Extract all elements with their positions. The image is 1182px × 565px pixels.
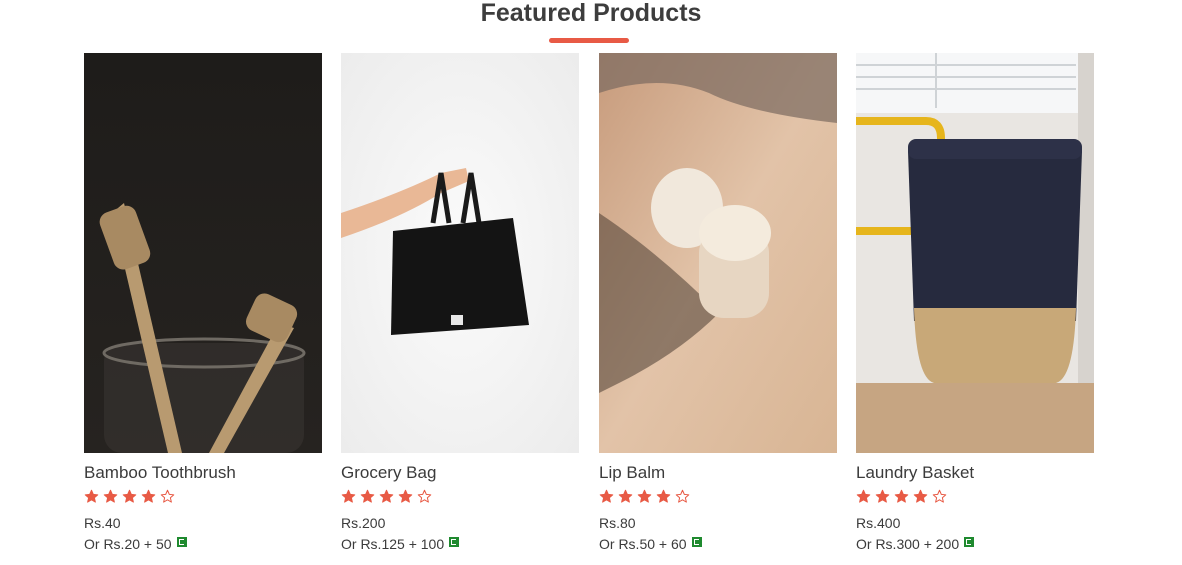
product-name[interactable]: Laundry Basket (856, 463, 1094, 483)
star-filled-icon (894, 489, 909, 503)
laundry-basket-image[interactable] (856, 53, 1094, 453)
product-price: Rs.400 (856, 515, 901, 531)
star-empty-icon (932, 489, 947, 503)
alt-price-text: Or Rs.20 + 50 (84, 536, 172, 552)
alt-price: Or Rs.50 + 60 (599, 536, 837, 552)
coin-icon (176, 537, 187, 547)
alt-price-text: Or Rs.125 + 100 (341, 536, 445, 552)
star-filled-icon (599, 489, 614, 503)
product-card-laundry-basket[interactable]: Laundry Basket Rs.400 Or Rs.300 + 200 (856, 53, 1094, 552)
star-filled-icon (84, 489, 99, 503)
coin-icon (449, 537, 460, 547)
alt-price: Or Rs.20 + 50 (84, 536, 322, 552)
grocery-bag-image[interactable] (341, 53, 579, 453)
coin-icon (691, 537, 702, 547)
star-filled-icon (341, 489, 356, 503)
coin-icon (964, 537, 975, 547)
alt-price-text: Or Rs.300 + 200 (856, 536, 960, 552)
star-rating (84, 489, 322, 507)
bamboo-toothbrush-image[interactable] (84, 53, 322, 453)
star-filled-icon (141, 489, 156, 503)
star-filled-icon (379, 489, 394, 503)
star-filled-icon (856, 489, 871, 503)
star-filled-icon (103, 489, 118, 503)
product-card-bamboo-toothbrush[interactable]: Bamboo Toothbrush Rs.40 Or Rs.20 + 50 (84, 53, 322, 552)
product-card-lip-balm[interactable]: Lip Balm Rs.80 Or Rs.50 + 60 (599, 53, 837, 552)
star-filled-icon (122, 489, 137, 503)
star-filled-icon (875, 489, 890, 503)
star-filled-icon (637, 489, 652, 503)
product-price: Rs.80 (599, 515, 636, 531)
star-empty-icon (417, 489, 432, 503)
product-price: Rs.200 (341, 515, 386, 531)
star-empty-icon (675, 489, 690, 503)
star-filled-icon (360, 489, 375, 503)
star-filled-icon (656, 489, 671, 503)
star-rating (341, 489, 579, 507)
product-price: Rs.40 (84, 515, 121, 531)
star-filled-icon (398, 489, 413, 503)
section-title: Featured Products (480, 0, 702, 27)
product-name[interactable]: Lip Balm (599, 463, 837, 483)
star-rating (856, 489, 1094, 507)
alt-price: Or Rs.125 + 100 (341, 536, 579, 552)
alt-price: Or Rs.300 + 200 (856, 536, 1094, 552)
star-filled-icon (913, 489, 928, 503)
title-underline (549, 38, 629, 43)
product-card-grocery-bag[interactable]: Grocery Bag Rs.200 Or Rs.125 + 100 (341, 53, 579, 552)
product-name[interactable]: Bamboo Toothbrush (84, 463, 322, 483)
star-filled-icon (618, 489, 633, 503)
star-rating (599, 489, 837, 507)
star-empty-icon (160, 489, 175, 503)
product-name[interactable]: Grocery Bag (341, 463, 579, 483)
lip-balm-image[interactable] (599, 53, 837, 453)
alt-price-text: Or Rs.50 + 60 (599, 536, 687, 552)
